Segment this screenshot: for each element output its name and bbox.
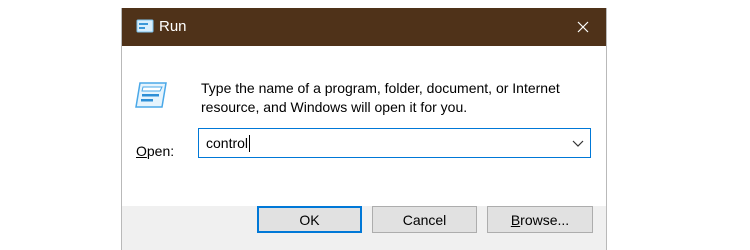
cancel-button[interactable]: Cancel [372, 206, 477, 233]
ok-button-label: OK [299, 211, 320, 228]
open-combobox[interactable] [198, 128, 591, 158]
open-label: Open: [136, 143, 174, 159]
cancel-button-label: Cancel [402, 211, 447, 228]
description-line-2: resource, and Windows will open it for y… [201, 99, 468, 115]
close-button[interactable] [560, 8, 606, 46]
ok-button[interactable]: OK [257, 206, 362, 233]
description-text: Type the name of a program, folder, docu… [201, 79, 581, 117]
open-input[interactable] [199, 129, 559, 157]
browse-accelerator: B [510, 211, 521, 228]
run-dialog-icon [135, 82, 167, 108]
run-app-icon [136, 19, 154, 33]
open-label-text: pen: [146, 143, 175, 159]
open-label-accelerator: O [136, 143, 147, 159]
button-bar: OK Cancel Browse... [122, 206, 606, 250]
chevron-down-icon[interactable] [570, 135, 586, 151]
window-title: Run [159, 18, 187, 35]
browse-button-label: Browse... [511, 212, 569, 228]
browse-label-text: rowse... [520, 211, 570, 228]
browse-button[interactable]: Browse... [487, 206, 593, 233]
run-dialog: Run Type the name of a program, folder, … [121, 8, 607, 250]
text-caret [249, 135, 251, 152]
description-line-1: Type the name of a program, folder, docu… [201, 80, 560, 96]
title-bar[interactable]: Run [122, 8, 606, 46]
dialog-content: Type the name of a program, folder, docu… [122, 46, 606, 206]
close-icon [577, 21, 589, 33]
